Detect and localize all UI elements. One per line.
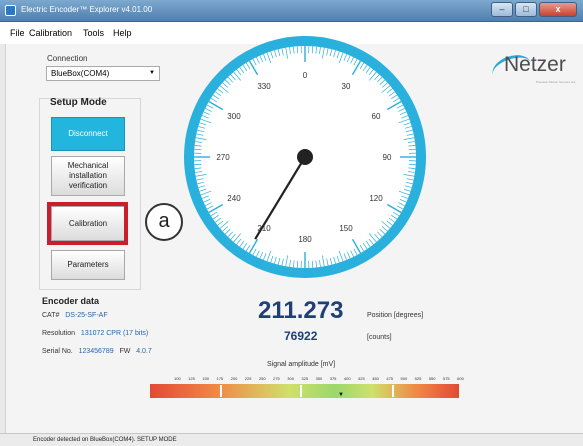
- resolution-row: Resolution 131072 CPR (17 bits): [42, 330, 148, 337]
- signal-tick-label: 400: [343, 376, 351, 381]
- signal-marker-icon: ▼: [338, 392, 344, 398]
- signal-tick-label: 275: [273, 376, 280, 381]
- signal-tick-label: 550: [428, 376, 436, 381]
- signal-scale: 100 125 150 175 200 225 250 275 300 325 350 375 400 4…: [174, 376, 464, 381]
- position-value: 211.273: [258, 297, 344, 324]
- signal-tick-label: 450: [372, 376, 379, 381]
- gauge-label: 120: [369, 194, 383, 203]
- menu-help[interactable]: Help: [113, 28, 132, 38]
- gauge-label: 90: [383, 153, 392, 162]
- serial-label: Serial No.: [42, 348, 73, 355]
- window-controls: – □ x: [491, 2, 577, 17]
- signal-tick-label: 125: [188, 376, 195, 381]
- resolution-value: 131072 CPR (17 bits): [80, 330, 149, 337]
- gauge-label: 240: [227, 194, 241, 203]
- position-unit: Position [degrees]: [367, 312, 424, 319]
- window-title: Electric Encoder™ Explorer v4.01.00: [21, 5, 153, 14]
- signal-tick-label: 150: [202, 376, 209, 381]
- connection-select[interactable]: BlueBox(COM4) ▼: [46, 66, 160, 81]
- signal-tick-label: 525: [414, 376, 422, 381]
- chevron-down-icon: ▼: [149, 70, 155, 76]
- signal-tick-label: 575: [442, 376, 450, 381]
- app-icon: [5, 5, 16, 16]
- fw-value: 4.0.7: [136, 348, 152, 355]
- gauge-label: 180: [298, 235, 312, 244]
- bar-divider: [300, 385, 302, 397]
- parameters-button[interactable]: Parameters: [51, 250, 125, 280]
- disconnect-button[interactable]: Disconnect: [51, 117, 125, 151]
- signal-tick-label: 425: [358, 376, 365, 381]
- cat-label: CAT#: [42, 312, 60, 319]
- bar-divider: [220, 385, 222, 397]
- counts-value: 76922: [284, 329, 318, 343]
- bar-divider: [392, 385, 394, 397]
- gauge-hub: [297, 149, 313, 165]
- gauge-label: 300: [227, 112, 241, 121]
- signal-tick-label: 250: [258, 376, 266, 381]
- signal-tick-label: 325: [301, 376, 309, 381]
- gauge-label: 150: [339, 224, 353, 233]
- signal-tick-label: 375: [329, 376, 337, 381]
- gauge-label: 60: [372, 112, 381, 121]
- maximize-button[interactable]: □: [515, 2, 537, 17]
- cat-row: CAT# DS-25-SF-AF: [42, 312, 108, 319]
- signal-tick-label: 500: [400, 376, 408, 381]
- cat-value: DS-25-SF-AF: [65, 312, 108, 319]
- connection-value: BlueBox(COM4): [51, 69, 110, 78]
- signal-tick-label: 200: [230, 376, 238, 381]
- signal-tick-label: 600: [457, 376, 464, 381]
- menu-calibration[interactable]: Calibration: [29, 28, 72, 38]
- signal-tick-label: 100: [174, 376, 181, 381]
- signal-amplitude-bar: [150, 384, 459, 398]
- signal-amplitude-label: Signal amplitude [mV]: [267, 361, 336, 368]
- left-edge: [0, 44, 6, 433]
- title-bar: Electric Encoder™ Explorer v4.01.00 – □ …: [0, 0, 583, 22]
- gauge-label: 30: [342, 82, 351, 91]
- logo-wordmark: Netzer: [504, 53, 566, 76]
- callout-label: a: [145, 203, 183, 241]
- logo-tagline: Precision Motion Sensors Ltd.: [536, 80, 576, 84]
- status-bar: Encoder detected on BlueBox(COM4). SETUP…: [0, 433, 583, 446]
- close-button[interactable]: x: [539, 2, 577, 17]
- signal-tick-label: 350: [315, 376, 323, 381]
- gauge-label: 270: [216, 153, 230, 162]
- signal-tick-label: 175: [216, 376, 224, 381]
- position-gauge: 0306090120150180210240270300330: [184, 36, 426, 278]
- signal-tick-label: 225: [244, 376, 252, 381]
- serial-value: 123456789: [78, 348, 114, 355]
- menu-file[interactable]: File: [10, 28, 25, 38]
- gauge-label: 330: [257, 82, 271, 91]
- fw-label: FW: [119, 348, 131, 355]
- connection-label: Connection: [47, 54, 88, 63]
- mechanical-installation-button[interactable]: Mechanical installation verification: [51, 156, 125, 196]
- serial-row: Serial No. 123456789 FW 4.0.7: [42, 348, 152, 355]
- minimize-button[interactable]: –: [491, 2, 513, 17]
- menu-tools[interactable]: Tools: [83, 28, 104, 38]
- signal-tick-label: 300: [287, 376, 294, 381]
- gauge-label: 0: [303, 71, 308, 80]
- encoder-data-title: Encoder data: [42, 296, 100, 306]
- calibration-highlight: [47, 202, 128, 245]
- counts-unit: [counts]: [367, 334, 392, 341]
- setup-mode-title: Setup Mode: [50, 97, 107, 108]
- netzer-logo: Netzer Precision Motion Sensors Ltd.: [488, 50, 583, 90]
- signal-tick-label: 475: [386, 376, 394, 381]
- resolution-label: Resolution: [42, 330, 76, 337]
